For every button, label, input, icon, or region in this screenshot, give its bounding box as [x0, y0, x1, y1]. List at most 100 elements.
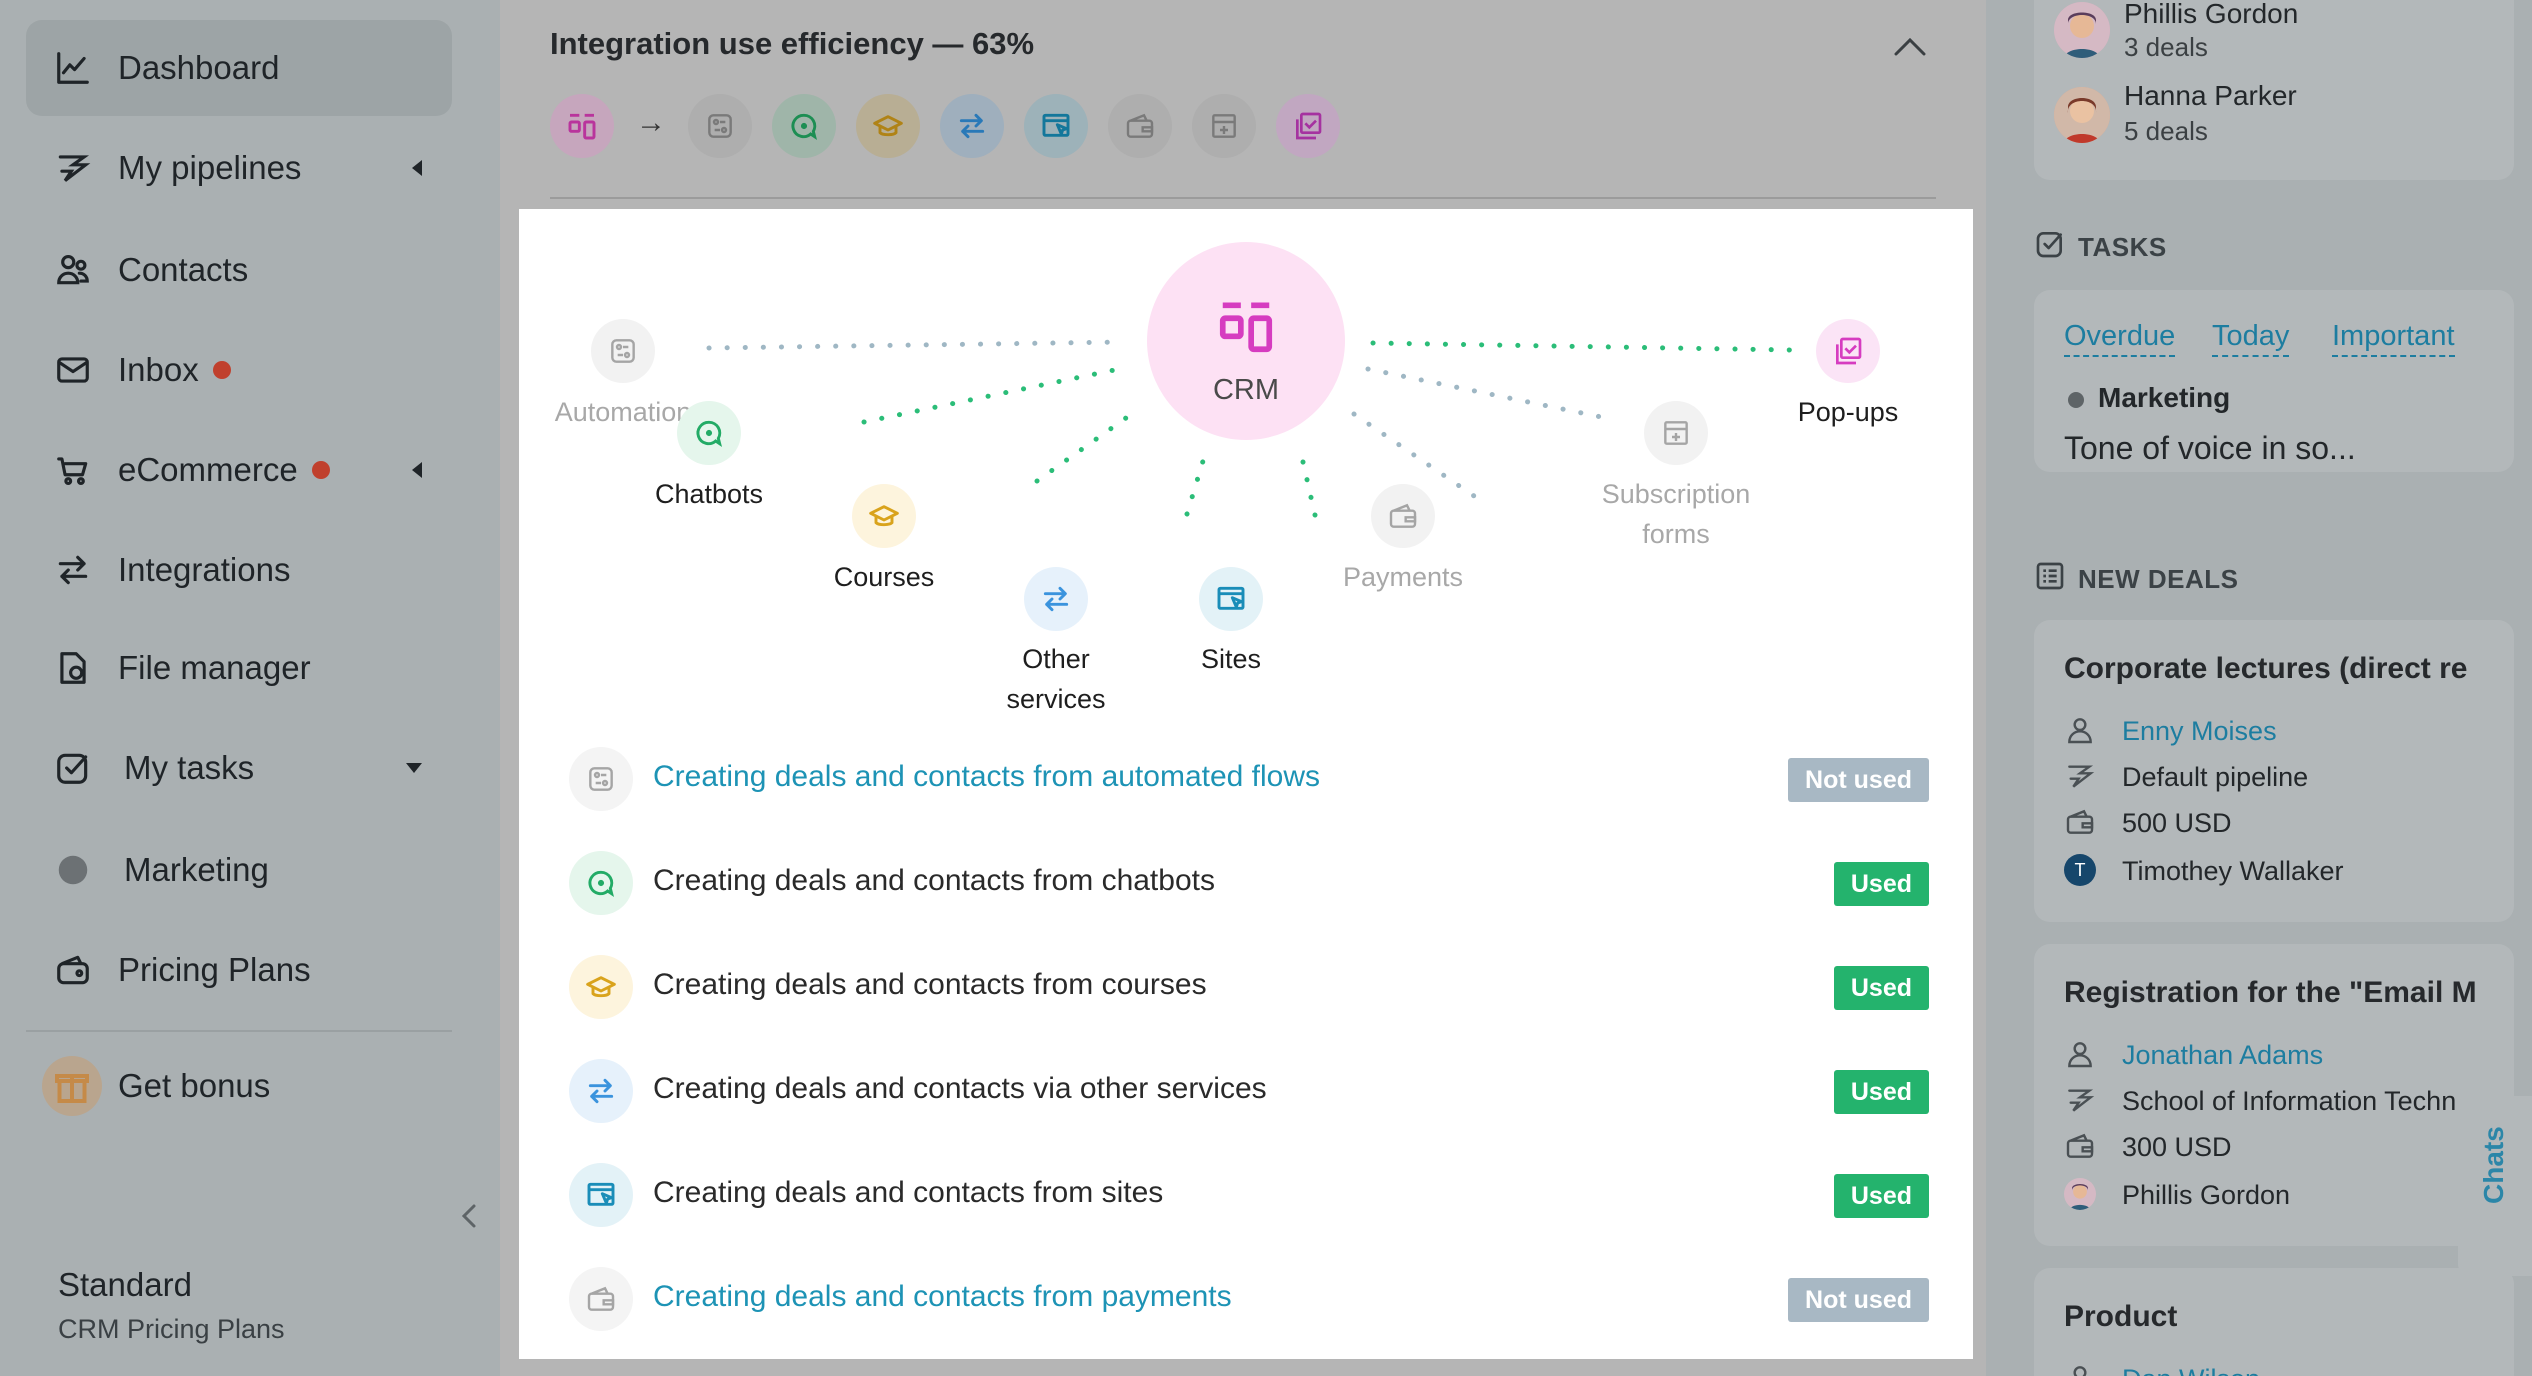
gray-dot-icon [54, 851, 92, 889]
right-panel: Phillis Gordon 3 deals Hanna Parker 5 de… [1986, 0, 2532, 1376]
deal-card[interactable]: Registration for the "Email M Jonathan A… [2034, 944, 2514, 1246]
arrow-icon: → [636, 106, 666, 139]
chart-line-icon [54, 49, 92, 87]
deal-pipeline: School of Information Techn [2064, 1080, 2514, 1122]
sidebar-item-label: Inbox [118, 351, 231, 389]
integration-link[interactable]: Creating deals and contacts from payment… [653, 1280, 1232, 1314]
sidebar-item-my-tasks[interactable]: My tasks [26, 720, 452, 816]
deal-pipeline: Default pipeline [2064, 756, 2514, 798]
node-label-other-services: Other services [1006, 644, 1106, 714]
top-managers-card: Phillis Gordon 3 deals Hanna Parker 5 de… [2034, 0, 2514, 180]
integration-text: Creating deals and contacts from sites [653, 1176, 1164, 1209]
chatbot-icon [772, 94, 836, 158]
node-label-automation: Automation [554, 397, 692, 427]
person-name[interactable]: Hanna Parker [2124, 80, 2297, 112]
integration-row-sites: Creating deals and contacts from sites U… [569, 1160, 1929, 1230]
subscription-form-icon [1192, 94, 1256, 158]
pipeline-icon [2064, 1084, 2096, 1116]
person-icon [2064, 1038, 2096, 1070]
integration-text: Creating deals and contacts from courses [653, 968, 1207, 1001]
chevron-left-icon[interactable] [412, 462, 422, 478]
status-badge: Not used [1788, 1278, 1929, 1322]
sidebar-item-label: Get bonus [118, 1067, 271, 1104]
sidebar-item-dashboard[interactable]: Dashboard [26, 20, 452, 116]
sidebar-item-integrations[interactable]: Integrations [26, 522, 452, 618]
automation-icon [591, 319, 655, 383]
sidebar-item-get-bonus[interactable]: Get bonus [26, 1038, 452, 1134]
deal-title[interactable]: Product [2064, 1300, 2177, 1334]
deal-title[interactable]: Registration for the "Email M [2064, 976, 2477, 1010]
site-cursor-icon [569, 1163, 633, 1227]
chatbot-icon [569, 851, 633, 915]
chevron-left-icon[interactable] [412, 160, 422, 176]
integration-row-automation: Creating deals and contacts from automat… [569, 744, 1929, 814]
deal-title[interactable]: Corporate lectures (direct re [2064, 652, 2467, 686]
avatar: T [2064, 854, 2096, 886]
status-badge: Not used [1788, 758, 1929, 802]
person-deals: 3 deals [2124, 32, 2208, 62]
divider [550, 197, 1936, 199]
sidebar-item-inbox[interactable]: Inbox [26, 322, 452, 418]
person-icon [2064, 714, 2096, 746]
chevron-up-icon[interactable] [1892, 32, 1928, 60]
wallet-icon [54, 951, 92, 989]
deal-amount: 500 USD [2064, 802, 2514, 844]
avatar [2054, 2, 2110, 58]
chats-label[interactable]: Chats [2478, 1126, 2510, 1204]
plan-name: Standard [58, 1266, 192, 1303]
arrows-exchange-icon [1024, 567, 1088, 631]
deal-owner: T Timothey Wallaker [2064, 850, 2514, 892]
sidebar-item-pricing-plans[interactable]: Pricing Plans [26, 922, 452, 1018]
wallet-icon [569, 1267, 633, 1331]
new-deals-section-title: NEW DEALS [2078, 564, 2239, 594]
chevron-down-icon[interactable] [406, 763, 422, 773]
automation-icon [569, 747, 633, 811]
deal-contact: Enny Moises [2064, 710, 2514, 752]
tab-important[interactable]: Important [2332, 320, 2455, 357]
envelope-icon [54, 351, 92, 389]
sidebar-item-ecommerce[interactable]: eCommerce [26, 422, 452, 518]
wallet-icon [2064, 1130, 2096, 1162]
graduation-cap-icon [856, 94, 920, 158]
crm-label: CRM [1212, 374, 1280, 406]
notification-dot [311, 461, 330, 480]
sidebar-item-contacts[interactable]: Contacts [26, 222, 452, 318]
automation-icon [688, 94, 752, 158]
task-tag: Marketing [2098, 382, 2231, 413]
sidebar-item-label: Integrations [118, 551, 291, 588]
gift-icon [42, 1056, 102, 1116]
sidebar-item-my-pipelines[interactable]: My pipelines [26, 120, 452, 216]
integration-link[interactable]: Creating deals and contacts from automat… [653, 760, 1320, 794]
subscription-form-icon [1644, 401, 1708, 465]
popup-icon [1816, 319, 1880, 383]
deal-card[interactable]: Corporate lectures (direct re Enny Moise… [2034, 620, 2514, 922]
status-badge: Used [1833, 966, 1929, 1010]
sidebar-item-marketing[interactable]: Marketing [26, 822, 452, 918]
tab-today[interactable]: Today [2212, 320, 2290, 357]
integration-text: Creating deals and contacts from chatbot… [653, 864, 1215, 897]
sidebar-item-label: Pricing Plans [118, 951, 311, 988]
deal-owner: Phillis Gordon [2064, 1174, 2514, 1216]
wallet-icon [2064, 806, 2096, 838]
task-text[interactable]: Tone of voice in so... [2064, 430, 2356, 467]
crm-icon [1215, 295, 1277, 357]
sidebar-item-file-manager[interactable]: File manager [26, 620, 452, 716]
sidebar-item-label: eCommerce [118, 451, 330, 489]
pipeline-icon [54, 149, 92, 187]
person-deals: 5 deals [2124, 116, 2208, 146]
deal-contact: Dan Wilson [2064, 1358, 2514, 1376]
person-name[interactable]: Phillis Gordon [2124, 0, 2298, 30]
node-label-payments: Payments [1342, 562, 1464, 592]
divider [26, 1030, 452, 1032]
integration-text: Creating deals and contacts via other se… [653, 1072, 1267, 1105]
status-badge: Used [1833, 1070, 1929, 1114]
tab-overdue[interactable]: Overdue [2064, 320, 2176, 357]
contacts-icon [54, 251, 92, 289]
sidebar-item-label: Dashboard [118, 49, 280, 86]
notification-dot [212, 361, 231, 380]
site-cursor-icon [1199, 567, 1263, 631]
sidebar-item-label: File manager [118, 649, 311, 686]
main-content: Integration use efficiency — 63% → CRM A… [500, 0, 1986, 1376]
deal-card[interactable]: Product Dan Wilson [2034, 1268, 2514, 1376]
collapse-sidebar-button[interactable] [456, 1196, 484, 1236]
